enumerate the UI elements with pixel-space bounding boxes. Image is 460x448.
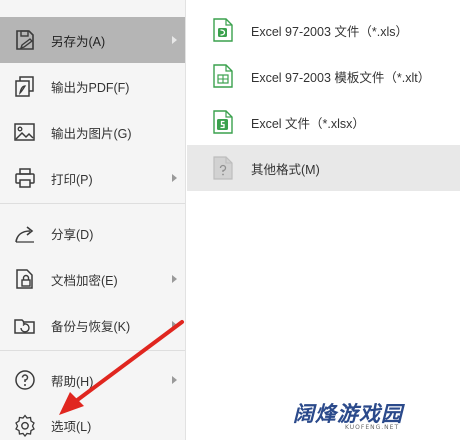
submenu-item-label: Excel 文件（*.xlsx）: [251, 116, 365, 131]
submenu-item-label: Excel 97-2003 模板文件（*.xlt）: [251, 70, 431, 85]
watermark-subtext: KUOFENG.NET: [345, 424, 400, 431]
lock-icon: [12, 266, 38, 292]
menu-divider: [0, 203, 185, 204]
save-as-submenu: Excel 97-2003 文件（*.xls） Excel 97-2003 模板…: [187, 0, 460, 440]
menu-item-label: 输出为PDF(F): [51, 80, 130, 95]
chevron-right-icon: [172, 321, 177, 329]
menu-item-label: 选项(L): [51, 419, 92, 434]
menu-item-encrypt[interactable]: 文档加密(E): [0, 256, 185, 302]
menu-item-backup[interactable]: 备份与恢复(K): [0, 302, 185, 348]
menu-item-label: 备份与恢复(K): [51, 319, 131, 334]
submenu-item-label: Excel 97-2003 文件（*.xls）: [251, 24, 409, 39]
watermark-logo: 阔烽游戏园 KUOFENG.NET: [293, 398, 443, 436]
pdf-export-icon: [12, 73, 38, 99]
menu-item-export-pdf[interactable]: 输出为PDF(F): [0, 63, 185, 109]
chevron-right-icon: [172, 275, 177, 283]
chevron-right-icon: [172, 36, 177, 44]
submenu-item-xls[interactable]: Excel 97-2003 文件（*.xls）: [187, 7, 460, 53]
submenu-item-xlt[interactable]: Excel 97-2003 模板文件（*.xlt）: [187, 53, 460, 99]
menu-divider: [0, 350, 185, 351]
menu-item-share[interactable]: 分享(D): [0, 210, 185, 256]
menu-item-save-as[interactable]: 另存为(A): [0, 17, 185, 63]
gear-icon: [12, 412, 38, 438]
menu-item-options[interactable]: 选项(L): [0, 402, 185, 448]
other-format-icon: [213, 156, 233, 180]
menu-item-export-image[interactable]: 输出为图片(G): [0, 109, 185, 155]
save-as-icon: [12, 27, 38, 53]
menu-item-label: 打印(P): [51, 172, 93, 187]
menu-item-label: 输出为图片(G): [51, 126, 132, 141]
menu-item-label: 分享(D): [51, 227, 94, 242]
share-icon: [12, 220, 38, 246]
menu-item-print[interactable]: 打印(P): [0, 155, 185, 201]
file-menu: 另存为(A) 输出为PDF(F) 输出为图片(G) 打印(P) 分享(D) 文档…: [0, 0, 186, 440]
chevron-right-icon: [172, 376, 177, 384]
menu-item-label: 另存为(A): [51, 34, 106, 49]
image-export-icon: [12, 119, 38, 145]
submenu-item-label: 其他格式(M): [251, 162, 320, 177]
menu-item-label: 帮助(H): [51, 374, 94, 389]
printer-icon: [12, 165, 38, 191]
menu-item-label: 文档加密(E): [51, 273, 118, 288]
menu-item-help[interactable]: 帮助(H): [0, 357, 185, 403]
help-icon: [12, 367, 38, 393]
submenu-item-xlsx[interactable]: Excel 文件（*.xlsx）: [187, 99, 460, 145]
submenu-item-other-format[interactable]: 其他格式(M): [187, 145, 460, 191]
chevron-right-icon: [172, 174, 177, 182]
backup-icon: [12, 312, 38, 338]
excel-template-icon: [213, 64, 233, 88]
excel-file-icon: [213, 18, 233, 42]
excel-xlsx-icon: [213, 110, 233, 134]
